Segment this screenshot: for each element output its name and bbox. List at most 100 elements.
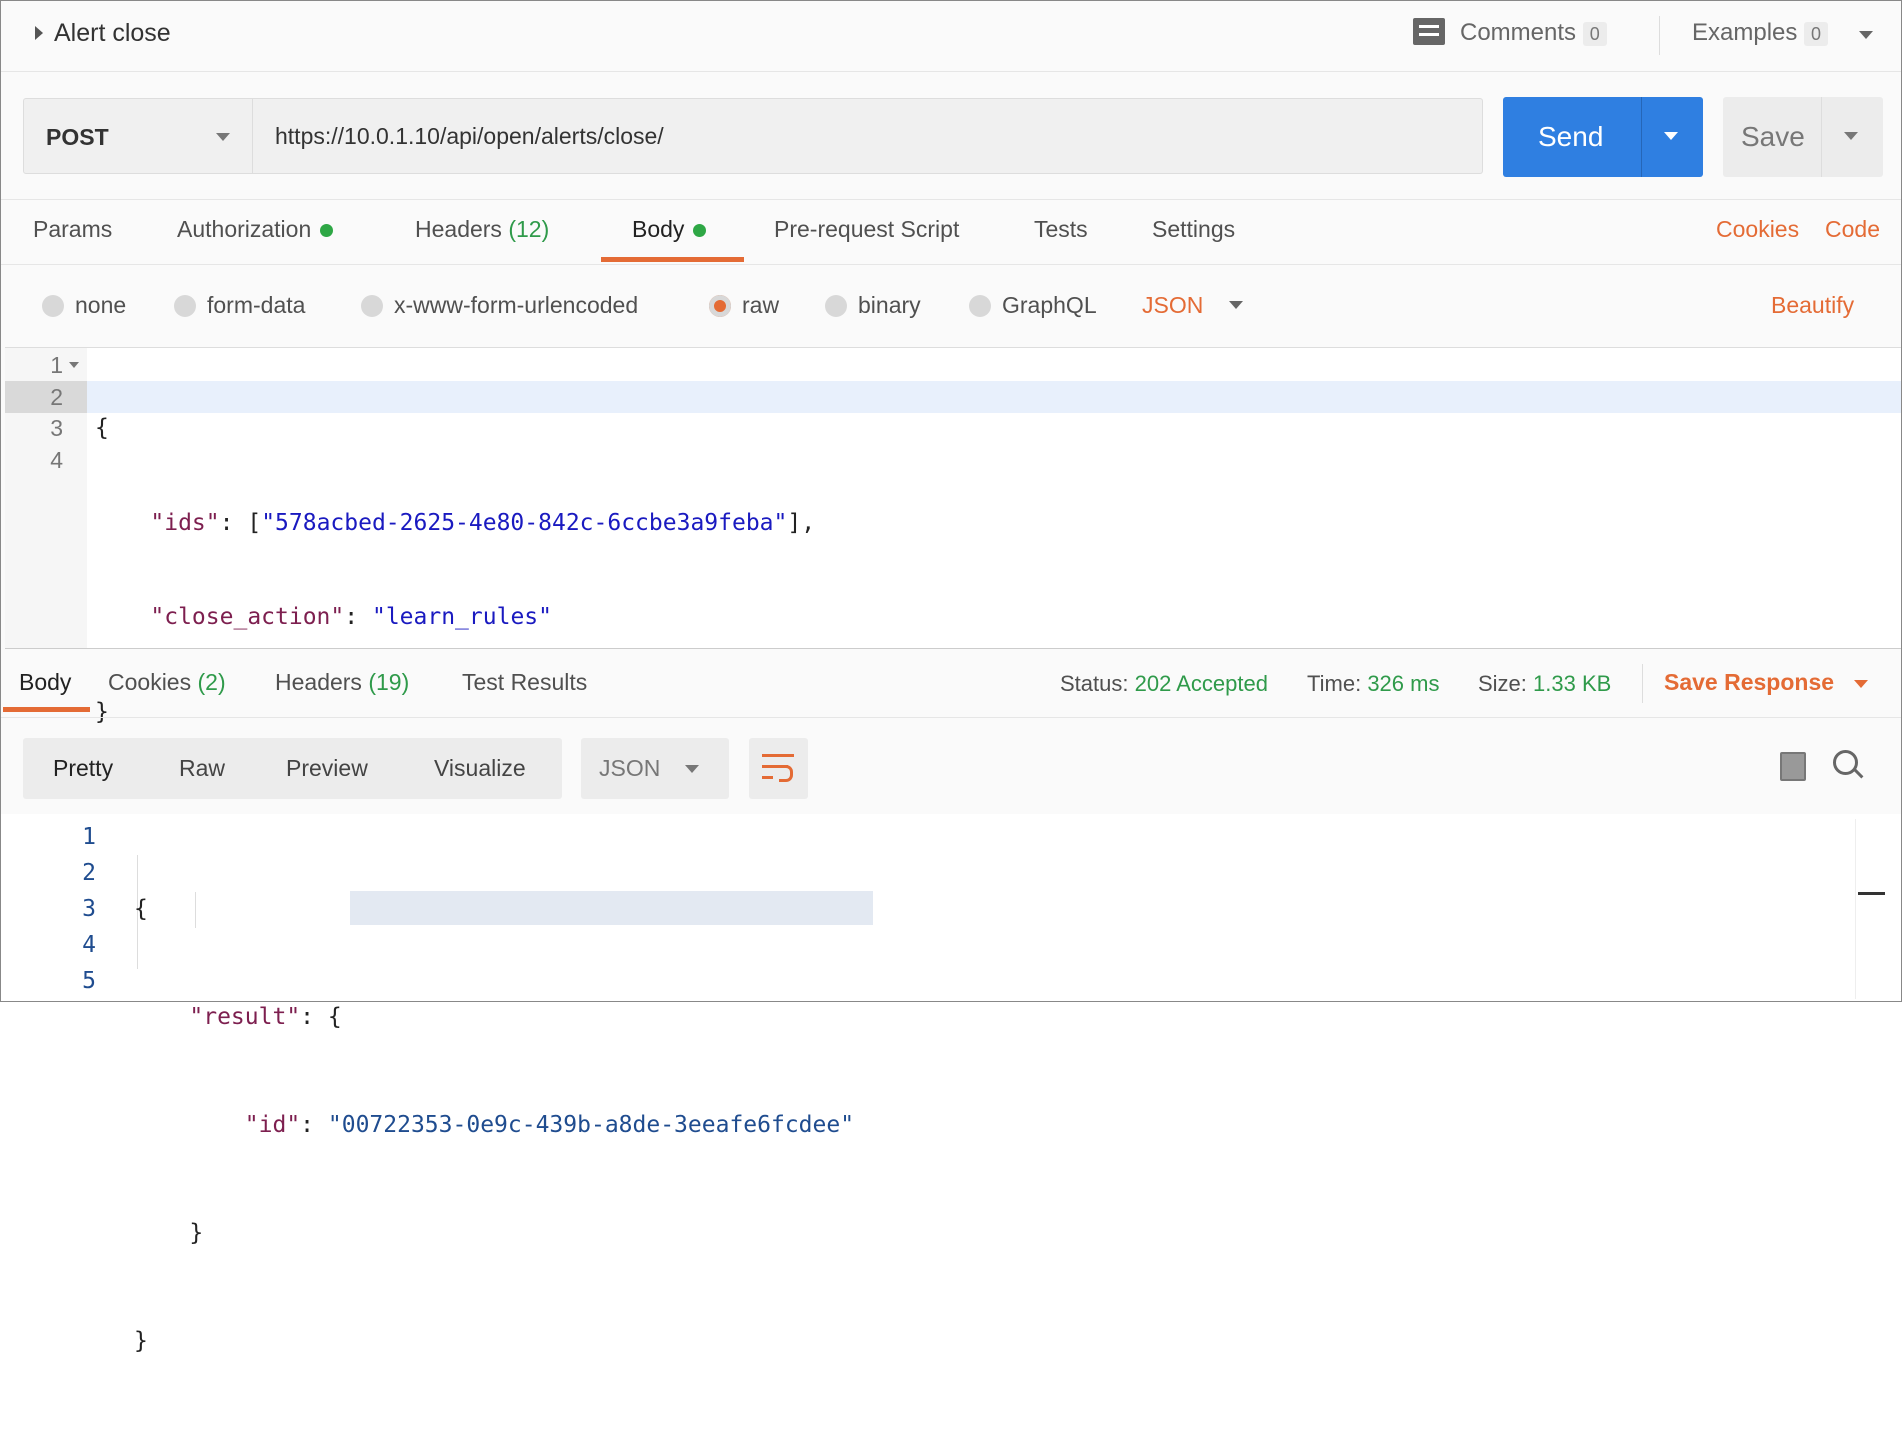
radio-icon [174, 295, 196, 317]
view-mode-group: Pretty Raw Preview Visualize [23, 738, 562, 799]
tab-pre-request-script[interactable]: Pre-request Script [774, 216, 959, 243]
status-value: 202 Accepted [1134, 671, 1268, 696]
chevron-down-icon[interactable] [1229, 301, 1243, 309]
response-tab-test-results[interactable]: Test Results [462, 669, 587, 696]
examples-dropdown-icon[interactable] [1859, 31, 1873, 39]
tab-body[interactable]: Body [632, 216, 707, 243]
line-number: 5 [82, 968, 96, 994]
tab-settings[interactable]: Settings [1152, 216, 1235, 243]
save-label: Save [1741, 121, 1805, 152]
send-button[interactable]: Send [1503, 97, 1703, 177]
examples-label: Examples [1692, 19, 1798, 46]
radio-graphql[interactable]: GraphQL [969, 292, 1097, 319]
line-number: 2 [50, 383, 63, 410]
comments-button[interactable]: Comments 0 [1460, 19, 1607, 47]
radio-label: raw [742, 292, 780, 318]
radio-raw[interactable]: raw [709, 292, 779, 319]
format-value: JSON [599, 755, 661, 781]
radio-binary[interactable]: binary [825, 292, 921, 319]
tab-label: Cookies [108, 669, 192, 695]
beautify-link[interactable]: Beautify [1771, 292, 1854, 319]
line-number: 3 [82, 896, 96, 922]
save-options-icon[interactable] [1844, 132, 1858, 140]
radio-urlencoded[interactable]: x-www-form-urlencoded [361, 292, 638, 319]
code-link[interactable]: Code [1825, 216, 1880, 243]
request-title[interactable]: Alert close [54, 19, 171, 48]
line-number: 4 [82, 932, 96, 958]
radio-label: binary [858, 292, 921, 318]
body-format-select[interactable]: JSON [1142, 292, 1203, 319]
radio-icon [42, 295, 64, 317]
save-response-button[interactable]: Save Response [1664, 669, 1834, 696]
tab-headers[interactable]: Headers (12) [415, 216, 549, 243]
json-key: "result" [189, 1004, 301, 1030]
size-value: 1.33 KB [1533, 671, 1612, 696]
response-body-viewer[interactable]: 1 2 3 4 5 { "result": { "id": "00722353-… [1, 814, 1902, 1354]
examples-button[interactable]: Examples 0 [1692, 19, 1829, 47]
radio-icon [361, 295, 383, 317]
tab-authorization[interactable]: Authorization [177, 216, 334, 243]
status-dot [693, 224, 707, 238]
line-number: 1 [82, 824, 96, 850]
radio-icon [969, 295, 991, 317]
response-format-select[interactable]: JSON [581, 738, 729, 799]
radio-label: GraphQL [1002, 292, 1097, 318]
send-label: Send [1538, 121, 1604, 152]
status-dot [320, 224, 334, 238]
copy-icon[interactable] [1780, 752, 1806, 781]
send-options-icon[interactable] [1664, 132, 1678, 140]
url-input[interactable]: https://10.0.1.10/api/open/alerts/close/ [253, 98, 1483, 174]
radio-label: none [75, 292, 127, 318]
examples-count: 0 [1804, 22, 1829, 46]
tab-label: Headers [415, 216, 502, 242]
request-body-editor[interactable]: 1 2 3 4 { "ids": ["578acbed-2625-4e80-84… [5, 347, 1901, 725]
chevron-down-icon [685, 765, 699, 773]
json-key: "ids" [150, 509, 220, 536]
response-tab-body[interactable]: Body [19, 669, 71, 696]
collapse-caret-icon[interactable] [35, 26, 43, 40]
radio-label: form-data [207, 292, 306, 318]
line-number: 2 [82, 860, 96, 886]
cookies-link[interactable]: Cookies [1716, 216, 1799, 243]
json-key: "close_action" [150, 604, 345, 630]
tab-label: Body [632, 216, 685, 242]
fold-icon[interactable] [69, 362, 79, 368]
json-key: "id" [244, 1112, 301, 1138]
tab-label: Authorization [177, 216, 312, 242]
tab-params[interactable]: Params [33, 216, 112, 243]
response-tab-headers[interactable]: Headers (19) [275, 669, 409, 696]
chevron-down-icon[interactable] [1854, 680, 1868, 688]
comments-icon[interactable] [1413, 18, 1445, 45]
wrap-lines-button[interactable] [749, 738, 808, 799]
response-tab-cookies[interactable]: Cookies (2) [108, 669, 226, 696]
view-preview[interactable]: Preview [286, 755, 368, 782]
comments-label: Comments [1460, 19, 1577, 46]
view-pretty[interactable]: Pretty [53, 755, 113, 782]
radio-icon [825, 295, 847, 317]
tab-count: (19) [368, 669, 410, 695]
time-readout: Time: 326 ms [1307, 671, 1440, 696]
active-tab-indicator [601, 257, 744, 262]
line-number: 3 [50, 415, 63, 441]
minimap-scrollbar[interactable] [1855, 819, 1902, 999]
save-button[interactable]: Save [1723, 97, 1883, 177]
time-value: 326 ms [1367, 671, 1440, 696]
view-visualize[interactable]: Visualize [434, 755, 526, 782]
json-string: "learn_rules" [371, 604, 552, 630]
wrap-icon [762, 754, 794, 783]
radio-form-data[interactable]: form-data [174, 292, 305, 319]
json-string: "578acbed-2625-4e80-842c-6ccbe3a9feba" [261, 509, 788, 536]
tab-count: (12) [508, 216, 550, 242]
method-select[interactable]: POST [23, 98, 253, 174]
tab-tests[interactable]: Tests [1034, 216, 1088, 243]
radio-label: x-www-form-urlencoded [394, 292, 639, 318]
request-header: Alert close Comments 0 Examples 0 [1, 1, 1901, 72]
radio-selected-icon [709, 295, 731, 317]
radio-none[interactable]: none [42, 292, 126, 319]
format-value: JSON [1142, 292, 1204, 318]
tab-count: (2) [197, 669, 226, 695]
json-string: "00722353-0e9c-439b-a8de-3eeafe6fcdee" [327, 1112, 855, 1138]
view-raw[interactable]: Raw [179, 755, 225, 782]
status-readout: Status: 202 Accepted [1060, 671, 1268, 696]
line-number: 4 [50, 446, 63, 473]
